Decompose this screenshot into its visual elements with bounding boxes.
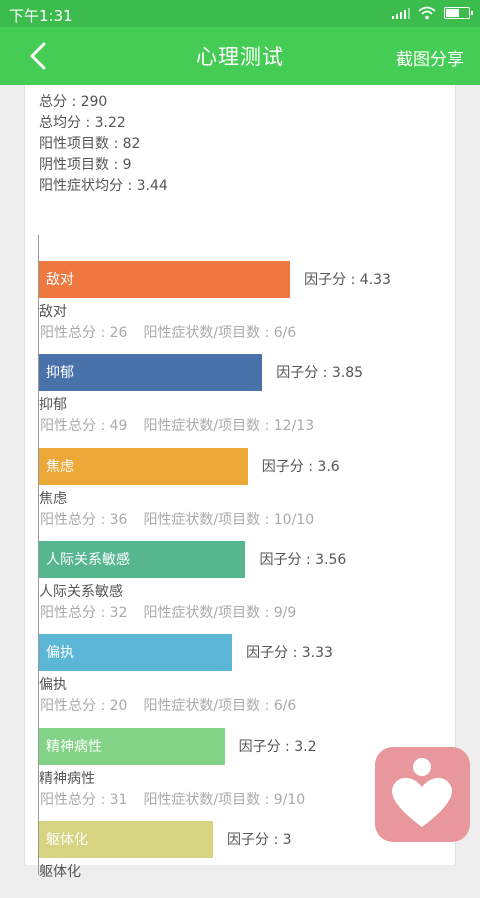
positive-total: 阳性总分 : 49 <box>40 418 128 435</box>
screenshot-share-button[interactable]: 截图分享 <box>396 45 464 70</box>
factor-name: 躯体化 <box>39 863 81 880</box>
factor-score: 因子分 : 3.85 <box>276 365 364 382</box>
symptom-item-ratio: 阳性症状数/项目数 : 12/13 <box>143 418 315 435</box>
factor-bar: 人际关系敏感 <box>39 540 246 578</box>
factor-bar-label: 焦虑 <box>46 458 74 475</box>
total-score: 总分 : 290 <box>39 94 108 110</box>
factor-bar: 躯体化 <box>39 820 213 858</box>
factor-detail: 阳性总分 : 49 阳性症状数/项目数 : 12/13 <box>40 415 314 435</box>
factor-detail: 阳性总分 : 32 阳性症状数/项目数 : 9/9 <box>40 602 296 622</box>
signal-icon <box>392 7 410 19</box>
factor-detail: 阳性总分 : 36 阳性症状数/项目数 : 10/10 <box>40 509 314 529</box>
symptom-item-ratio: 阳性症状数/项目数 : 6/6 <box>143 325 297 341</box>
status-bar: 下午1:31 <box>0 0 480 27</box>
factor-detail <box>40 882 56 898</box>
floating-app-button[interactable] <box>375 747 470 842</box>
factor-detail: 阳性总分 : 31 阳性症状数/项目数 : 9/10 <box>40 789 305 809</box>
factor-name: 抑郁 <box>39 397 67 414</box>
factor-detail: 阳性总分 : 20 阳性症状数/项目数 : 6/6 <box>40 695 296 715</box>
factor-score: 因子分 : 3.56 <box>259 551 347 568</box>
factor-score: 因子分 : 4.33 <box>304 272 391 288</box>
factor-bar-label: 偏执 <box>46 645 74 662</box>
factor-bar-label: 精神病性 <box>46 738 102 755</box>
factor-bar: 偏执 <box>39 634 233 672</box>
factor-bar: 抑郁 <box>39 354 263 392</box>
factor-bar-label: 躯体化 <box>46 831 88 848</box>
factor-bar: 敌对 <box>39 261 291 298</box>
battery-icon <box>444 7 473 19</box>
factor-detail: 阳性总分 : 26 阳性症状数/项目数 : 6/6 <box>40 322 296 342</box>
positive-total: 阳性总分 : 36 <box>40 511 128 528</box>
factor-bar-label: 抑郁 <box>46 365 74 382</box>
factor-name: 焦虑 <box>39 490 67 507</box>
symptom-item-ratio: 阳性症状数/项目数 : 10/10 <box>143 511 315 528</box>
average-score: 总均分 : 3.22 <box>39 115 126 131</box>
factor-score: 因子分 : 3 <box>227 831 292 848</box>
positive-total: 阳性总分 : 20 <box>40 698 128 715</box>
wifi-icon <box>418 6 436 20</box>
symptom-item-ratio: 阳性症状数/项目数 : 6/6 <box>143 698 297 715</box>
positive-total: 阳性总分 : 31 <box>40 791 128 808</box>
factor-bar-label: 敌对 <box>46 272 74 288</box>
symptom-item-ratio: 阳性症状数/项目数 : 9/10 <box>143 791 306 808</box>
factor-name: 偏执 <box>39 677 67 694</box>
positive-item-count: 阳性项目数 : 82 <box>39 136 141 152</box>
positive-symptom-average: 阳性症状均分 : 3.44 <box>39 178 168 194</box>
factor-bar: 精神病性 <box>39 727 225 765</box>
positive-total: 阳性总分 : 26 <box>40 325 128 341</box>
positive-total: 阳性总分 : 32 <box>40 604 128 621</box>
factor-bar: 焦虑 <box>39 447 248 485</box>
factor-score: 因子分 : 3.6 <box>261 458 340 475</box>
factor-bar-label: 人际关系敏感 <box>46 551 130 568</box>
factor-score: 因子分 : 3.33 <box>246 645 333 662</box>
symptom-item-ratio: 阳性症状数/项目数 : 9/9 <box>143 604 297 621</box>
factor-name: 精神病性 <box>39 770 95 787</box>
factor-score: 因子分 : 3.2 <box>238 738 317 755</box>
factor-name: 人际关系敏感 <box>39 583 123 600</box>
negative-item-count: 阴性项目数 : 9 <box>39 157 132 173</box>
status-time: 下午1:31 <box>9 7 73 25</box>
factor-name: 敌对 <box>39 304 67 320</box>
heart-person-icon <box>392 758 452 827</box>
title-bar: 心理测试 截图分享 <box>0 27 480 85</box>
